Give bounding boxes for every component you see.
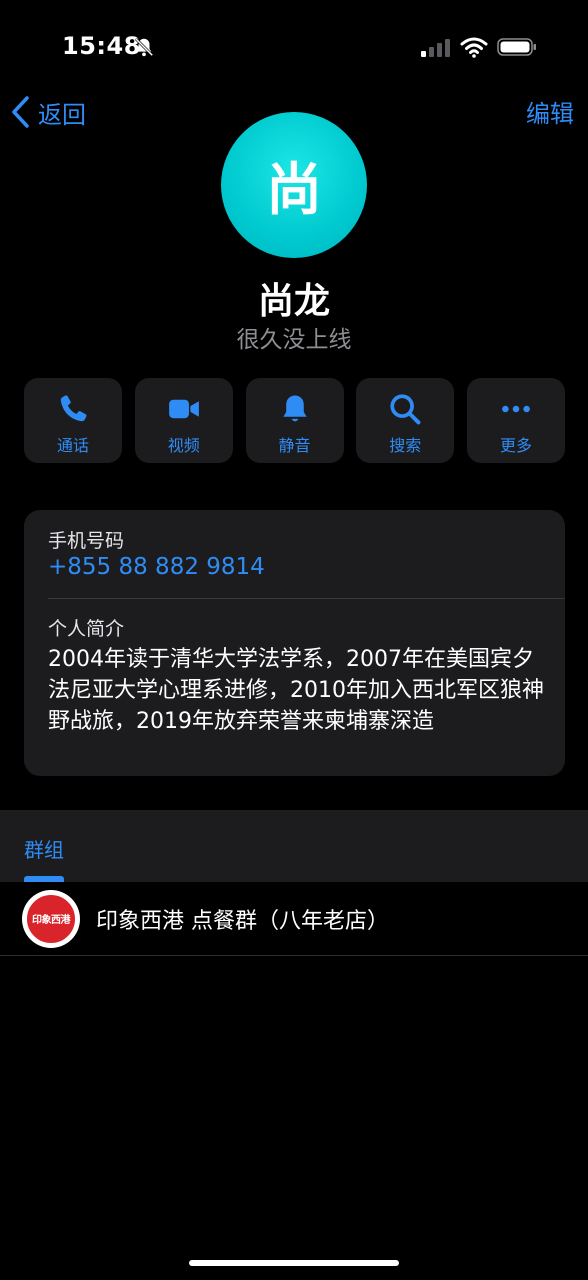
status-time: 15:48: [62, 32, 141, 60]
search-label: 搜索: [389, 436, 422, 455]
group-logo-text: 印象西港: [32, 915, 71, 926]
action-bar: 通话 视频 静音 搜索 更多: [24, 378, 565, 463]
more-label: 更多: [499, 436, 532, 455]
more-icon: [502, 405, 530, 413]
info-card: 手机号码 +855 88 882 9814 个人简介 2004年读于清华大学法学…: [24, 510, 565, 776]
divider: [48, 598, 565, 599]
mute-label: 静音: [278, 436, 311, 455]
video-label: 视频: [167, 436, 200, 455]
profile-avatar[interactable]: 尚: [221, 112, 367, 258]
search-icon: [390, 394, 421, 425]
profile-name: 尚龙: [257, 281, 330, 322]
search-button[interactable]: 搜索: [356, 378, 455, 463]
wifi-icon: [460, 37, 488, 58]
profile-screen: 15:48 返回 编辑 尚 尚龙 很久没上线 通话 视频 静音 搜索 更多 手机…: [0, 0, 588, 1280]
signal-icon: [421, 39, 450, 57]
video-button[interactable]: 视频: [134, 378, 233, 463]
video-icon: [168, 399, 199, 419]
call-label: 通话: [56, 436, 89, 455]
group-logo: 印象西港: [25, 892, 77, 945]
last-seen-status: 很久没上线: [236, 327, 352, 353]
edit-button[interactable]: 编辑: [526, 94, 574, 129]
bell-icon: [282, 395, 307, 422]
back-button[interactable]: 返回: [10, 92, 86, 132]
groups-header: 群组: [0, 810, 588, 882]
phone-number[interactable]: +855 88 882 9814: [48, 554, 265, 580]
phone-icon: [60, 395, 87, 422]
back-label: 返回: [38, 100, 86, 129]
mute-button[interactable]: 静音: [245, 378, 344, 463]
bio-label: 个人简介: [48, 618, 125, 640]
bio-text: 2004年读于清华大学法学系，2007年在美国宾夕法尼亚大学心理系进修，2010…: [48, 647, 544, 734]
status-bar: 15:48: [0, 0, 588, 90]
chevron-left-icon: [12, 96, 29, 128]
bell-off-icon: [134, 37, 154, 57]
group-name: 印象西港 点餐群（八年老店）: [96, 908, 389, 934]
tab-groups[interactable]: 群组: [24, 834, 64, 863]
group-avatar: 印象西港: [22, 889, 80, 948]
call-button[interactable]: 通话: [24, 378, 122, 463]
more-button[interactable]: 更多: [467, 378, 565, 463]
home-indicator[interactable]: [189, 1260, 399, 1266]
battery-icon: [497, 38, 536, 56]
phone-label: 手机号码: [48, 530, 125, 552]
list-item[interactable]: 印象西港 印象西港 点餐群（八年老店）: [0, 882, 588, 956]
